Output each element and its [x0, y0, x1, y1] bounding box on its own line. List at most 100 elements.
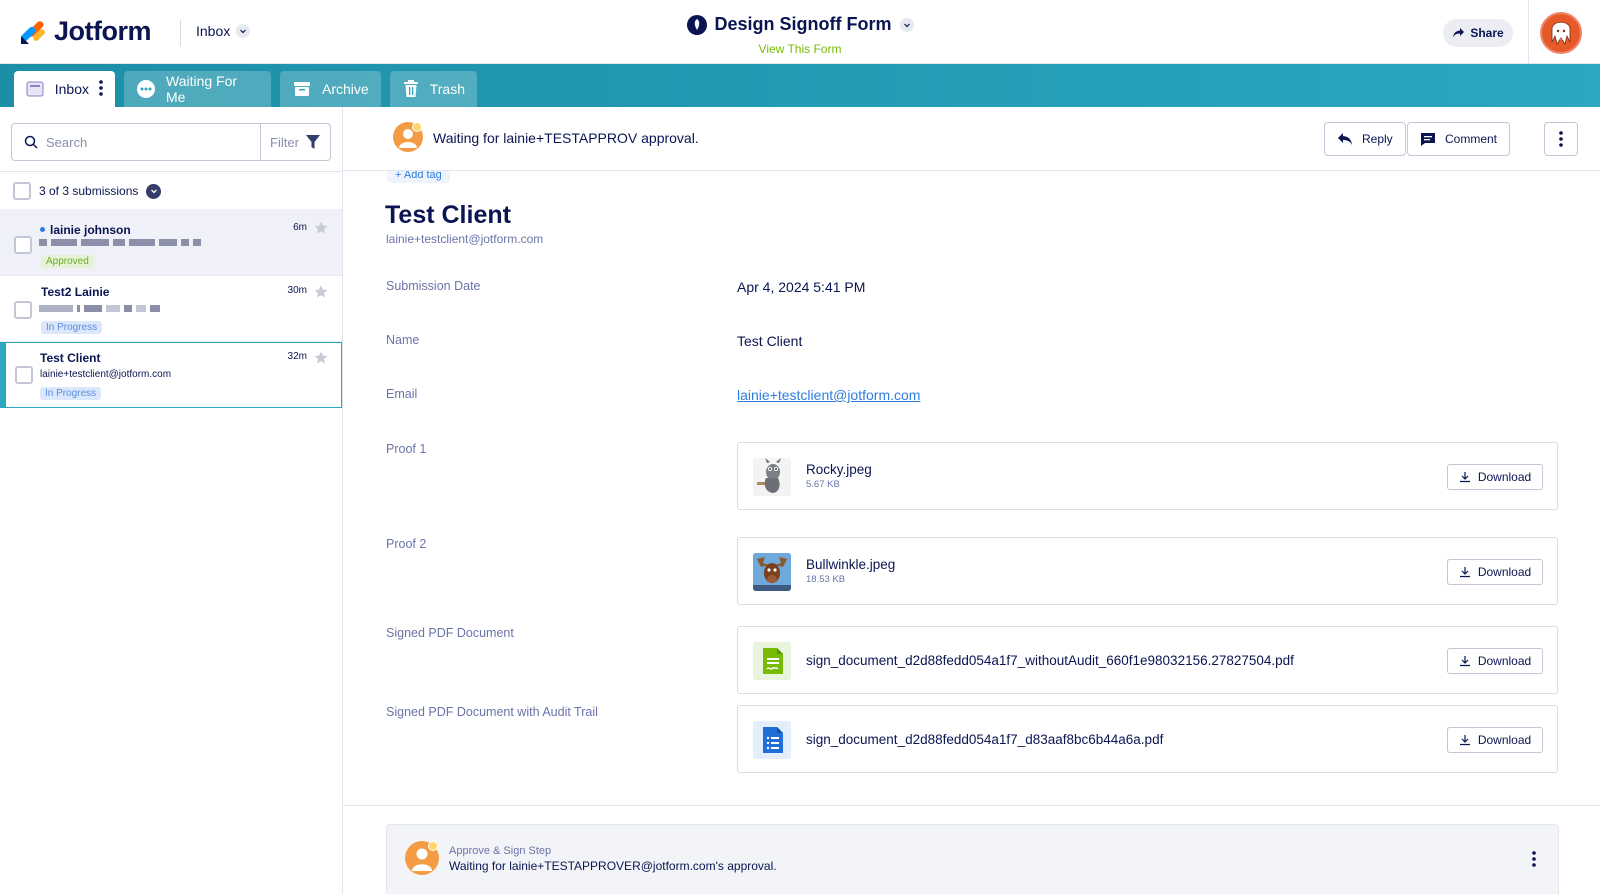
file-name[interactable]: Rocky.jpeg	[806, 462, 872, 477]
file-name[interactable]: Bullwinkle.jpeg	[806, 557, 895, 572]
share-button[interactable]: Share	[1443, 19, 1513, 47]
list-item-selected[interactable]: Test Client 32m lainie+testclient@jotfor…	[0, 342, 342, 408]
star-icon[interactable]	[314, 351, 328, 365]
reply-button[interactable]: Reply	[1324, 122, 1406, 156]
file-name[interactable]: sign_document_d2d88fedd054a1f7_withoutAu…	[806, 653, 1294, 668]
tab-archive-label: Archive	[322, 81, 369, 97]
more-vertical-icon[interactable]	[99, 79, 103, 99]
file-card-proof2: Bullwinkle.jpeg 18.53 KB Download	[737, 537, 1558, 605]
list-divider	[0, 171, 342, 172]
star-icon[interactable]	[314, 285, 328, 299]
more-vertical-icon[interactable]	[1532, 851, 1536, 867]
download-button[interactable]: Download	[1447, 648, 1543, 674]
comment-icon	[1421, 132, 1435, 146]
sign-document-icon[interactable]	[753, 642, 791, 680]
tab-waiting-for-me[interactable]: Waiting For Me	[124, 71, 271, 107]
field-label-proof1: Proof 1	[386, 442, 427, 456]
tab-trash[interactable]: Trash	[390, 71, 477, 107]
top-header: Jotform Inbox Design Signoff Form View T…	[0, 0, 1600, 64]
download-icon	[1459, 735, 1470, 746]
submission-title: Test Client	[385, 201, 511, 229]
tab-waiting-label: Waiting For Me	[166, 73, 238, 105]
item-checkbox[interactable]	[14, 236, 32, 254]
count-chevron-down-icon[interactable]	[146, 183, 162, 199]
file-card-signed-pdf: sign_document_d2d88fedd054a1f7_withoutAu…	[737, 626, 1558, 694]
file-size: 18.53 KB	[806, 574, 846, 585]
add-tag-button[interactable]: + Add tag	[387, 171, 450, 183]
approver-avatar	[405, 841, 439, 875]
form-chevron-down-icon[interactable]	[899, 17, 914, 32]
download-label: Download	[1477, 733, 1532, 747]
search-icon	[24, 135, 38, 149]
submission-count: 3 of 3 submissions	[39, 184, 139, 198]
tab-bar: Inbox Waiting For Me Archive Trash	[0, 64, 1600, 107]
download-button[interactable]: Download	[1447, 559, 1543, 585]
item-time: 32m	[287, 351, 307, 362]
download-label: Download	[1477, 470, 1532, 484]
search-input[interactable]	[12, 124, 260, 160]
submission-email: lainie+testclient@jotform.com	[386, 232, 544, 246]
item-name: Test Client	[40, 351, 101, 365]
item-name: lainie johnson	[50, 223, 131, 237]
item-checkbox[interactable]	[14, 301, 32, 319]
download-icon	[1459, 656, 1470, 667]
download-label: Download	[1477, 654, 1532, 668]
tab-inbox[interactable]: Inbox	[14, 71, 115, 107]
form-title-block: Design Signoff Form View This Form	[0, 14, 1600, 56]
more-vertical-icon	[1559, 131, 1563, 147]
tab-inbox-label: Inbox	[54, 81, 89, 97]
chat-bubble-icon	[136, 79, 156, 99]
file-thumbnail-rocky[interactable]	[753, 458, 791, 496]
file-card-proof1: Rocky.jpeg 5.67 KB Download	[737, 442, 1558, 510]
status-badge: In Progress	[40, 387, 102, 400]
status-badge: Approved	[41, 255, 94, 268]
download-icon	[1459, 567, 1470, 578]
reply-label: Reply	[1362, 132, 1393, 146]
download-button[interactable]: Download	[1447, 727, 1543, 753]
comment-label: Comment	[1445, 132, 1498, 146]
list-item[interactable]: lainie johnson 6m Approved	[0, 209, 342, 276]
share-icon	[1453, 28, 1465, 38]
trash-icon	[402, 79, 420, 99]
more-options-button[interactable]	[1544, 122, 1578, 156]
item-checkbox[interactable]	[15, 366, 33, 384]
tab-trash-label: Trash	[429, 81, 465, 97]
field-label-name: Name	[386, 333, 420, 347]
content-divider	[343, 805, 1600, 806]
download-label: Download	[1477, 565, 1532, 579]
field-value-email-link[interactable]: lainie+testclient@jotform.com	[737, 387, 920, 403]
file-thumbnail-bullwinkle[interactable]	[753, 553, 791, 591]
workflow-step-card: Approve & Sign Step Waiting for lainie+T…	[386, 824, 1559, 894]
archive-icon	[292, 79, 312, 99]
item-time: 6m	[293, 222, 307, 233]
approver-avatar	[393, 122, 423, 152]
field-label-submission-date: Submission Date	[386, 279, 481, 293]
status-badge: In Progress	[41, 321, 103, 334]
list-item[interactable]: Test2 Lainie 30m In Progress	[0, 276, 342, 342]
reply-icon	[1338, 133, 1352, 145]
filter-icon	[305, 135, 320, 149]
filter-label: Filter	[270, 134, 299, 150]
view-form-link[interactable]: View This Form	[0, 42, 1600, 56]
redacted-text	[39, 305, 160, 312]
field-label-proof2: Proof 2	[386, 537, 427, 551]
filter-button[interactable]: Filter	[260, 124, 330, 160]
document-list-icon[interactable]	[753, 721, 791, 759]
waiting-status-text: Waiting for lainie+TESTAPPROV approval.	[433, 130, 699, 146]
comment-button[interactable]: Comment	[1407, 122, 1511, 156]
file-size: 5.67 KB	[806, 479, 840, 490]
select-all-checkbox[interactable]	[13, 182, 31, 200]
item-time: 30m	[287, 285, 307, 296]
field-label-audit-pdf: Signed PDF Document with Audit Trail	[386, 705, 598, 719]
user-avatar[interactable]	[1540, 12, 1582, 54]
download-button[interactable]: Download	[1447, 464, 1543, 490]
submission-detail: + Add tag Test Client lainie+testclient@…	[343, 171, 1600, 894]
share-label: Share	[1470, 26, 1504, 40]
unread-dot-icon	[40, 227, 45, 232]
tab-archive[interactable]: Archive	[280, 71, 381, 107]
star-icon[interactable]	[314, 221, 328, 235]
file-name[interactable]: sign_document_d2d88fedd054a1f7_d83aaf8bc…	[806, 732, 1163, 747]
field-label-signed-pdf: Signed PDF Document	[386, 626, 514, 640]
file-card-audit-pdf: sign_document_d2d88fedd054a1f7_d83aaf8bc…	[737, 705, 1558, 773]
submission-count-row: 3 of 3 submissions	[13, 182, 162, 200]
